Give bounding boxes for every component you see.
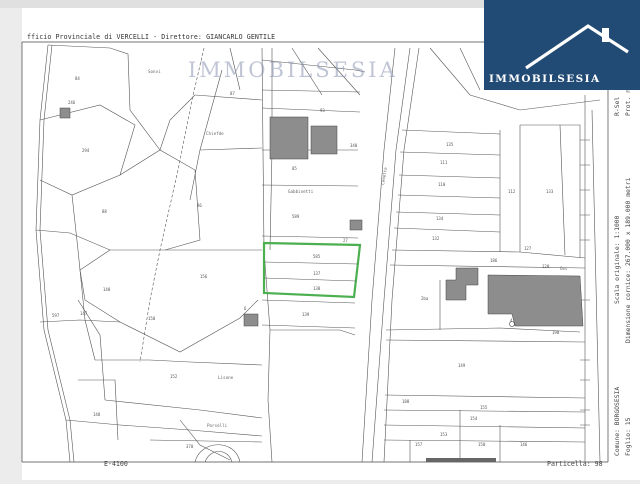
logo-wordmark: IMMOBILSESIA xyxy=(489,73,601,85)
parcel-label: 111 xyxy=(440,160,448,165)
parcel-label: 110 xyxy=(438,182,446,187)
parcel-label: 86 xyxy=(197,203,202,208)
parcel-label: 2ba xyxy=(421,296,429,301)
parcel-label: 294 xyxy=(82,148,90,153)
brand-logo: IMMOBILSESIA xyxy=(484,0,640,90)
parcel-label: 139 xyxy=(302,312,310,317)
side-date: R-Sel xyxy=(613,96,621,116)
place-name: Chiefde xyxy=(206,131,224,136)
parcel-label: 127 xyxy=(524,246,532,251)
place-name: Ges xyxy=(560,266,568,271)
parcel-label: 156 xyxy=(200,274,208,279)
watermark-text: IMMOBILSESIA xyxy=(188,58,398,82)
parcel-label: 147 xyxy=(80,311,88,316)
parcel-label: 137 xyxy=(313,271,321,276)
parcel-label: 246 xyxy=(68,100,76,105)
side-comune: Comune: BORGOSESIA xyxy=(613,386,621,456)
parcel-label: 146 xyxy=(520,442,528,447)
parcel-label: 155 xyxy=(480,405,488,410)
place-name: Cemette xyxy=(380,166,388,185)
place-name: Gabbinetti xyxy=(288,189,314,194)
parcel-label: 149 xyxy=(458,363,466,368)
side-dimension: Dimensione cornice: 267.000 x 189.000 me… xyxy=(624,177,632,343)
parcel-label: 135 xyxy=(446,142,454,147)
parcel-number-label: Particella: 98 xyxy=(547,460,603,468)
parcel-label: 87 xyxy=(230,91,235,96)
parcel-label: 589 xyxy=(292,214,300,219)
parcel-label: 84 xyxy=(75,76,80,81)
parcel-label: 132 xyxy=(432,236,440,241)
side-foglio: Foglio: 15 xyxy=(624,417,632,456)
parcel-label: 158 xyxy=(478,442,486,447)
parcel-label: 93 xyxy=(320,108,325,113)
place-name: Lisone xyxy=(218,375,234,380)
place-name: Sonvi xyxy=(148,69,161,74)
parcel-label: 138 xyxy=(313,286,321,291)
parcel-label: 6 xyxy=(244,306,247,311)
parcel-label: 188 xyxy=(402,399,410,404)
parcel-label: 133 xyxy=(546,189,554,194)
parcel-label: 128 xyxy=(542,264,550,269)
parcel-label: 152 xyxy=(170,374,178,379)
parcel-label: 148 xyxy=(93,412,101,417)
parcel-label: 340 xyxy=(350,143,358,148)
cadastral-map: 84 246 294 88 86 87 93 340 85 589 27 585… xyxy=(0,0,640,480)
parcel-label: 370 xyxy=(186,444,194,449)
parcel-label: 154 xyxy=(470,416,478,421)
parcel-label: 597 xyxy=(52,313,60,318)
parcel-label: 190 xyxy=(552,330,560,335)
parcel-label: 153 xyxy=(440,432,448,437)
parcel-label: 4 xyxy=(510,318,513,323)
parcel-label: 140 xyxy=(103,287,111,292)
office-header: fficio Provinciale di VERCELLI - Diretto… xyxy=(27,33,276,41)
parcel-label: 157 xyxy=(415,442,423,447)
parcel-label: 585 xyxy=(313,254,321,259)
footer-code: E-4100 xyxy=(104,460,128,468)
parcel-label: 27 xyxy=(343,238,348,243)
place-name: Porselli xyxy=(207,423,228,428)
parcel-label: 186 xyxy=(490,258,498,263)
parcel-label: 150 xyxy=(148,316,156,321)
side-scale: Scala originale: 1:1000 xyxy=(613,215,621,305)
parcel-label: 112 xyxy=(508,189,516,194)
parcel-label: 134 xyxy=(436,216,444,221)
parcel-label: 88 xyxy=(102,209,107,214)
parcel-label: 85 xyxy=(292,166,297,171)
